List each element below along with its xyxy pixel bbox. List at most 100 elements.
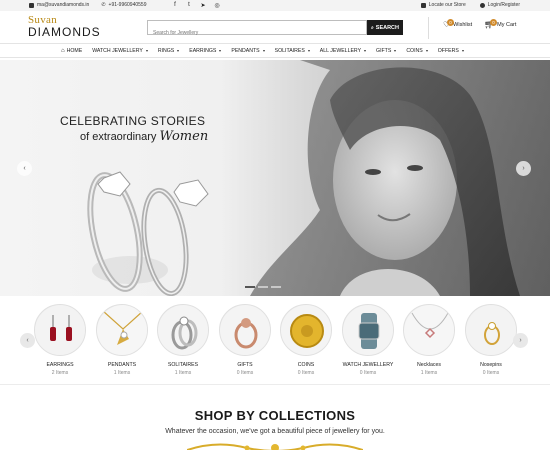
nav-item-pendants[interactable]: PENDANTS	[226, 47, 269, 55]
wishlist-label: Wishlist	[453, 21, 473, 28]
nav-item-label: SOLITAIRES	[274, 48, 305, 54]
caret-down-icon	[394, 50, 397, 52]
chevron-left-icon: ‹	[26, 337, 29, 344]
nav-item-solitaires[interactable]: SOLITAIRES	[270, 47, 315, 55]
category-item-watch-jewellery[interactable]: WATCH JEWELLERY 0 Items	[340, 304, 396, 376]
caret-down-icon	[262, 50, 265, 52]
category-item-necklaces[interactable]: Necklaces 1 Items	[401, 304, 457, 376]
category-item-coins[interactable]: COINS 0 Items	[278, 304, 334, 376]
watch-icon	[342, 304, 394, 356]
collections-subtitle: Whatever the occasion, we've got a beaut…	[165, 428, 385, 435]
category-item-pendants[interactable]: PENDANTS 1 Items	[94, 304, 150, 376]
store-icon	[420, 2, 426, 8]
category-count: 0 Items	[236, 370, 254, 376]
nav-item-rings[interactable]: RINGS	[153, 47, 184, 55]
search-input[interactable]	[148, 26, 366, 40]
category-count: 0 Items	[359, 370, 377, 376]
search-icon: ⌕	[370, 24, 374, 31]
search-button[interactable]: ⌕ SEARCH	[367, 20, 403, 35]
nav-item-label: PENDANTS	[231, 48, 260, 54]
nav-item-label: COINS	[406, 48, 423, 54]
category-name: WATCH JEWELLERY	[342, 362, 394, 368]
mail-icon	[29, 2, 34, 8]
phone-link[interactable]: ✆ +91-9960940559	[101, 2, 146, 8]
nav-item-home[interactable]: ⌂ HOME	[56, 47, 87, 55]
site-header: Suvan DIAMONDS ⌕ SEARCH ♡ 0 Wishlist 🛒︎ …	[0, 11, 550, 43]
logo[interactable]: Suvan DIAMONDS	[28, 15, 108, 41]
pendant-icon	[96, 304, 148, 356]
nav-item-label: ALL JEWELLERY	[319, 48, 362, 54]
chevron-left-icon: ‹	[23, 165, 26, 172]
cart-button[interactable]: 🛒︎ 0 My Cart	[484, 19, 516, 29]
email-link[interactable]: ma@suvandiamonds.in	[29, 2, 89, 8]
section-divider	[0, 384, 550, 385]
hero-prev-button[interactable]: ‹	[17, 161, 32, 176]
social-links: f t ➤ ◎	[171, 1, 221, 9]
caret-down-icon	[425, 50, 428, 52]
main-nav: ⌂ HOME WATCH JEWELLERY RINGS EARRINGS PENDANT…	[0, 43, 550, 58]
telegram-icon[interactable]: ➤	[199, 1, 207, 9]
collections-title: SHOP BY COLLECTIONS	[194, 408, 356, 423]
nav-item-coins[interactable]: COINS	[401, 47, 432, 55]
nav-list: ⌂ HOME WATCH JEWELLERY RINGS EARRINGS PENDANT…	[56, 47, 469, 55]
chevron-right-icon: ›	[519, 337, 522, 344]
email-text: ma@suvandiamonds.in	[37, 2, 90, 8]
wishlist-badge: 0	[447, 19, 454, 26]
hero-dot[interactable]	[258, 286, 268, 288]
nav-item-label: EARRINGS	[189, 48, 217, 54]
category-count: 0 Items	[482, 370, 500, 376]
nav-item-label: RINGS	[157, 48, 175, 54]
category-name: GIFTS	[237, 362, 253, 368]
cart-badge: 0	[490, 19, 497, 26]
hero-subline: of extraordinary Women	[80, 129, 208, 144]
twitter-icon[interactable]: t	[185, 1, 193, 9]
coin-icon	[280, 304, 332, 356]
login-link[interactable]: Login/Register	[479, 2, 520, 8]
hero-next-button[interactable]: ›	[516, 161, 531, 176]
category-carousel: ‹ EARRINGS 2 Items PENDANTS 1 Items SOLITAIR…	[0, 300, 550, 382]
category-item-nosepins[interactable]: Nosepins 0 Items	[463, 304, 519, 376]
category-count: 1 Items	[420, 370, 438, 376]
category-name: Nosepins	[480, 362, 502, 368]
nav-item-offers[interactable]: OFFERS	[433, 47, 469, 55]
category-count: 0 Items	[297, 370, 315, 376]
search-box	[147, 20, 367, 40]
category-item-solitaires[interactable]: SOLITAIRES 1 Items	[155, 304, 211, 376]
chevron-right-icon: ›	[522, 165, 525, 172]
instagram-icon[interactable]: ◎	[213, 1, 221, 9]
hero-headline: CELEBRATING STORIES	[60, 114, 206, 128]
category-count: 1 Items	[113, 370, 131, 376]
category-count: 1 Items	[174, 370, 192, 376]
contact-info: ma@suvandiamonds.in ✆ +91-9960940559	[29, 2, 147, 8]
hero-dot[interactable]	[271, 286, 281, 288]
account-links: Locate our Store Login/Register	[420, 2, 520, 8]
hero-banner[interactable]: CELEBRATING STORIES of extraordinary Wom…	[0, 60, 550, 296]
locate-store-link[interactable]: Locate our Store	[420, 2, 466, 8]
nav-item-gifts[interactable]: GIFTS	[371, 47, 401, 55]
category-name: Necklaces	[417, 362, 441, 368]
category-count: 2 Items	[51, 370, 69, 376]
search-button-label: SEARCH	[375, 24, 400, 31]
caret-down-icon	[307, 50, 310, 52]
hero-subline-text: of extraordinary	[80, 131, 157, 143]
category-name: EARRINGS	[46, 362, 74, 368]
nav-item-all-jewellery[interactable]: ALL JEWELLERY	[315, 47, 371, 55]
hero-dot[interactable]	[245, 286, 255, 288]
collections-ornament	[187, 443, 363, 450]
category-item-gifts[interactable]: GIFTS 0 Items	[217, 304, 273, 376]
nav-item-label: GIFTS	[376, 48, 392, 54]
login-label: Login/Register	[487, 2, 520, 8]
user-icon	[479, 2, 485, 8]
category-name: PENDANTS	[107, 362, 137, 368]
category-next-button[interactable]: ›	[513, 333, 528, 348]
facebook-icon[interactable]: f	[171, 1, 179, 9]
top-bar: ma@suvandiamonds.in ✆ +91-9960940559 f t ➤…	[0, 0, 550, 11]
caret-down-icon	[364, 50, 367, 52]
earrings-icon	[34, 304, 86, 356]
phone-text: +91-9960940559	[108, 2, 147, 8]
nav-item-earrings[interactable]: EARRINGS	[184, 47, 226, 55]
nav-item-watch-jewellery[interactable]: WATCH JEWELLERY	[87, 47, 153, 55]
category-item-earrings[interactable]: EARRINGS 2 Items	[32, 304, 88, 376]
home-icon: ⌂	[61, 48, 65, 54]
wishlist-button[interactable]: ♡ 0 Wishlist	[443, 19, 473, 29]
